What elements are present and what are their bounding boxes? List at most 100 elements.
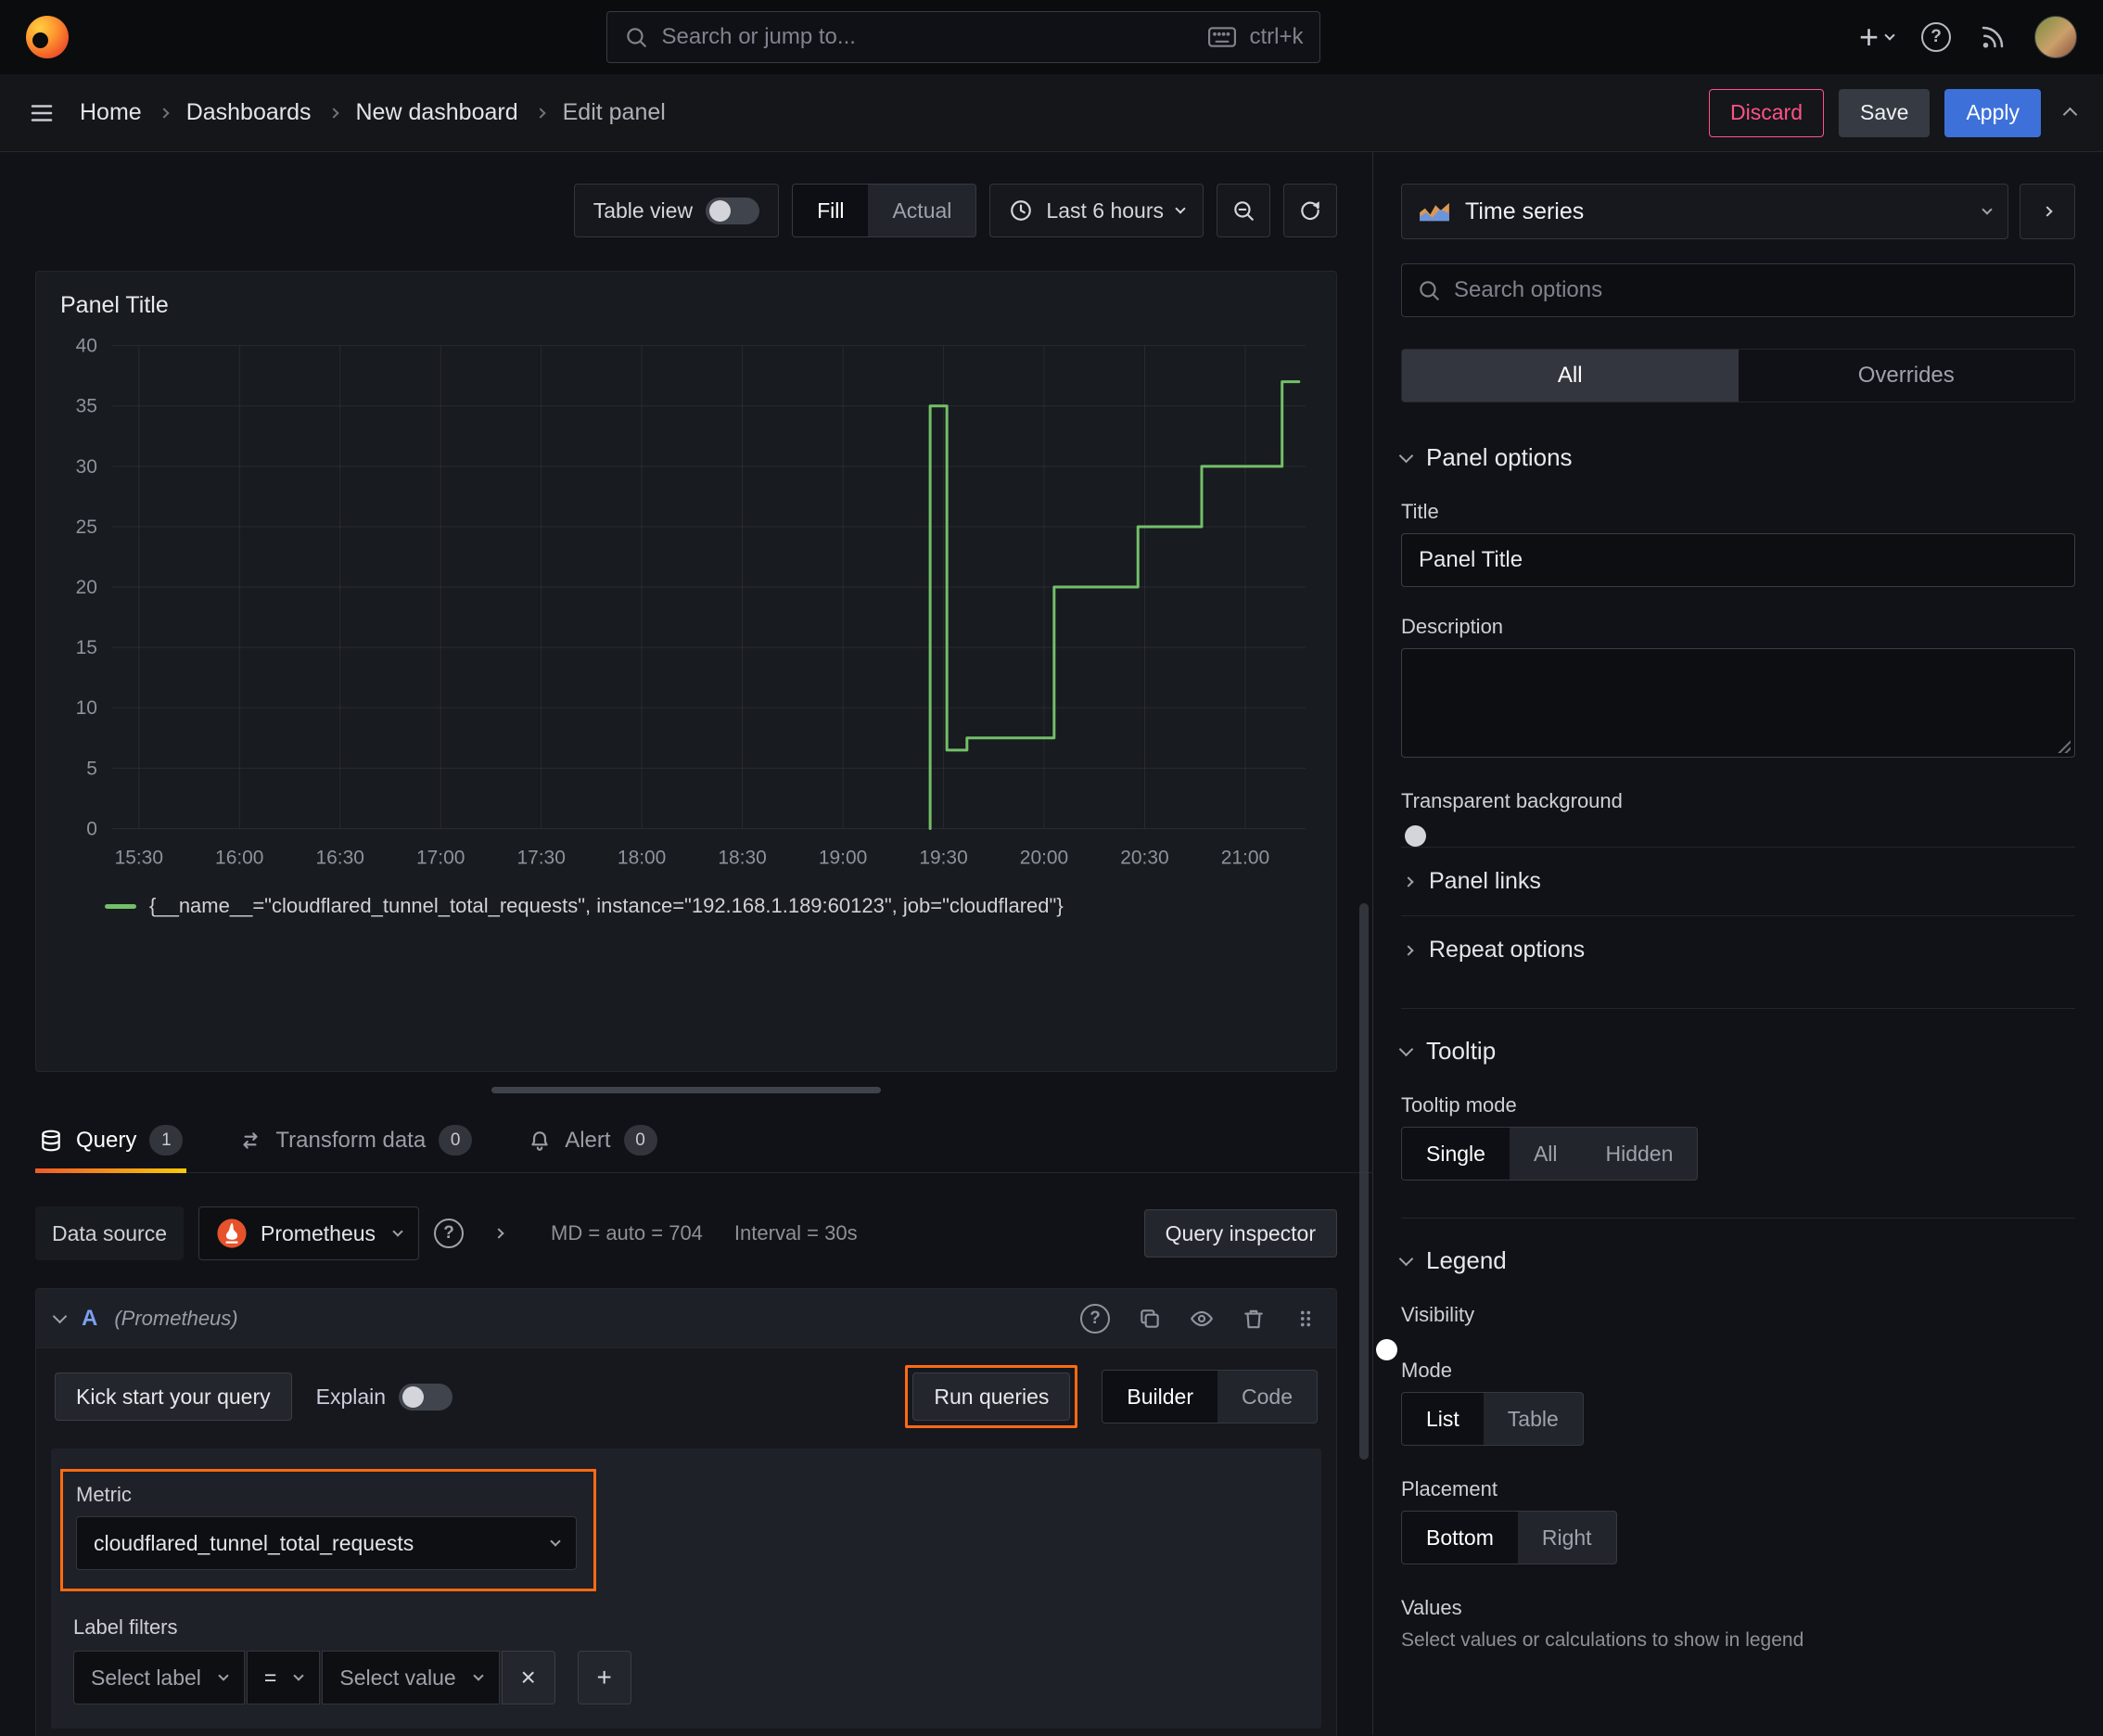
- top-nav: Search or jump to... ctrl+k + ?: [0, 0, 2103, 74]
- tab-overrides[interactable]: Overrides: [1739, 350, 2075, 402]
- legend-placement-right[interactable]: Right: [1518, 1512, 1616, 1564]
- legend-mode-table[interactable]: Table: [1484, 1393, 1583, 1445]
- builder-option[interactable]: Builder: [1102, 1371, 1218, 1423]
- tooltip-single-option[interactable]: Single: [1402, 1128, 1510, 1180]
- left-scrollbar[interactable]: [1359, 903, 1369, 1460]
- svg-text:15:30: 15:30: [115, 847, 163, 868]
- builder-code-group: Builder Code: [1102, 1370, 1318, 1423]
- legend-item[interactable]: {__name__="cloudflared_tunnel_total_requ…: [105, 894, 1318, 918]
- tooltip-hidden-option[interactable]: Hidden: [1582, 1128, 1698, 1180]
- remove-filter-button[interactable]: ×: [501, 1651, 555, 1704]
- prometheus-icon: [217, 1219, 247, 1248]
- viz-suggestions-button[interactable]: [2020, 184, 2075, 239]
- tab-all[interactable]: All: [1402, 350, 1739, 402]
- apply-button[interactable]: Apply: [1944, 88, 2041, 137]
- datasource-help-button[interactable]: ?: [434, 1219, 465, 1248]
- tooltip-all-option[interactable]: All: [1510, 1128, 1582, 1180]
- svg-text:19:30: 19:30: [919, 847, 967, 868]
- hide-query-icon[interactable]: [1190, 1307, 1214, 1331]
- mega-menu-icon[interactable]: [28, 99, 56, 127]
- metric-select[interactable]: cloudflared_tunnel_total_requests: [76, 1516, 577, 1570]
- svg-text:35: 35: [76, 396, 97, 417]
- description-textarea[interactable]: [1401, 648, 2075, 758]
- operator-value: =: [263, 1665, 277, 1690]
- svg-text:16:30: 16:30: [316, 847, 364, 868]
- actual-option[interactable]: Actual: [868, 185, 975, 236]
- user-avatar[interactable]: [2034, 16, 2077, 58]
- grafana-logo[interactable]: [26, 16, 69, 58]
- tutorial-highlight-metric: Metric cloudflared_tunnel_total_requests: [60, 1469, 596, 1591]
- breadcrumb-home[interactable]: Home: [80, 99, 142, 126]
- tab-alert[interactable]: Alert 0: [524, 1112, 660, 1172]
- bell-icon: [531, 1130, 548, 1151]
- datasource-picker[interactable]: Prometheus: [198, 1206, 420, 1260]
- add-filter-button[interactable]: +: [577, 1651, 631, 1704]
- query-datasource-hint: (Prometheus): [114, 1306, 238, 1330]
- select-label-dropdown[interactable]: Select label: [73, 1651, 245, 1704]
- legend-header[interactable]: Legend: [1398, 1246, 2075, 1275]
- panel-title-input[interactable]: [1401, 533, 2075, 587]
- news-broadcast-icon[interactable]: [1979, 23, 2007, 51]
- run-queries-button[interactable]: Run queries: [912, 1372, 1071, 1421]
- refresh-icon: [1301, 201, 1319, 221]
- table-view-toggle[interactable]: [706, 197, 760, 224]
- refresh-button[interactable]: [1283, 184, 1337, 237]
- visualization-picker[interactable]: Time series: [1401, 184, 2008, 239]
- chevron-down-icon: [1398, 1251, 1414, 1266]
- options-search-input[interactable]: [1454, 277, 2059, 303]
- breadcrumb-new-dashboard[interactable]: New dashboard: [356, 99, 518, 126]
- time-range-picker[interactable]: Last 6 hours: [989, 184, 1204, 237]
- tab-transform[interactable]: Transform data 0: [235, 1112, 476, 1172]
- help-button[interactable]: ?: [1921, 22, 1951, 52]
- repeat-options-row[interactable]: Repeat options: [1401, 915, 2075, 984]
- svg-text:0: 0: [86, 818, 97, 839]
- global-search[interactable]: Search or jump to... ctrl+k: [606, 11, 1321, 63]
- legend-mode-list[interactable]: List: [1402, 1393, 1484, 1445]
- select-value-dropdown[interactable]: Select value: [322, 1651, 500, 1704]
- query-help-button[interactable]: ?: [1080, 1303, 1110, 1334]
- query-editor-row: A (Prometheus) ? Kick start your query E…: [35, 1288, 1337, 1736]
- panel-resize-handle[interactable]: [491, 1087, 881, 1093]
- delete-query-icon[interactable]: [1242, 1307, 1266, 1331]
- transparent-bg-label: Transparent background: [1401, 789, 1623, 812]
- datasource-name: Prometheus: [261, 1220, 376, 1245]
- table-view-control[interactable]: Table view: [573, 184, 780, 237]
- explain-toggle[interactable]: [399, 1383, 453, 1410]
- kick-start-button[interactable]: Kick start your query: [55, 1372, 292, 1421]
- legend-values-label: Values: [1401, 1596, 1462, 1619]
- chevron-down-icon: [293, 1669, 305, 1681]
- collapse-options-icon[interactable]: [2062, 107, 2078, 122]
- transform-count-badge: 0: [439, 1125, 473, 1155]
- query-count-badge: 1: [149, 1125, 184, 1155]
- tooltip-mode-group: Single All Hidden: [1401, 1127, 1699, 1181]
- options-search[interactable]: [1401, 263, 2075, 317]
- discard-button[interactable]: Discard: [1709, 88, 1825, 137]
- tab-alert-label: Alert: [565, 1127, 611, 1153]
- code-option[interactable]: Code: [1217, 1371, 1317, 1423]
- time-series-chart: 0 5 10 15 20 25 30 35 40 15:30 16:00 16:30 17:00 17:3…: [76, 336, 1306, 868]
- legend-placement-bottom[interactable]: Bottom: [1402, 1512, 1518, 1564]
- global-search-placeholder: Search or jump to...: [661, 24, 856, 49]
- duplicate-query-icon[interactable]: [1138, 1307, 1162, 1331]
- chevron-down-icon: [1982, 203, 1993, 215]
- fill-option[interactable]: Fill: [793, 185, 869, 236]
- panel-links-row[interactable]: Panel links: [1401, 847, 2075, 915]
- query-ref-id: A: [82, 1305, 98, 1331]
- chevron-down-icon: [392, 1225, 403, 1237]
- query-inspector-button[interactable]: Query inspector: [1143, 1209, 1337, 1257]
- panel-options-header[interactable]: Panel options: [1398, 443, 2075, 472]
- tab-query[interactable]: Query 1: [35, 1112, 187, 1173]
- add-menu-button[interactable]: +: [1859, 18, 1895, 57]
- operator-dropdown[interactable]: =: [246, 1651, 321, 1704]
- save-button[interactable]: Save: [1839, 88, 1931, 137]
- query-row-header[interactable]: A (Prometheus) ?: [36, 1289, 1336, 1348]
- zoom-out-button[interactable]: [1217, 184, 1270, 237]
- chevron-down-icon: [1175, 202, 1186, 214]
- select-label-placeholder: Select label: [91, 1665, 201, 1690]
- collapse-query-icon[interactable]: [52, 1308, 68, 1323]
- breadcrumb-dashboards[interactable]: Dashboards: [186, 99, 312, 126]
- datasource-expand-button[interactable]: [478, 1213, 519, 1254]
- tooltip-header[interactable]: Tooltip: [1398, 1037, 2075, 1066]
- visualization-name: Time series: [1465, 198, 1585, 224]
- drag-handle-icon[interactable]: [1294, 1307, 1318, 1331]
